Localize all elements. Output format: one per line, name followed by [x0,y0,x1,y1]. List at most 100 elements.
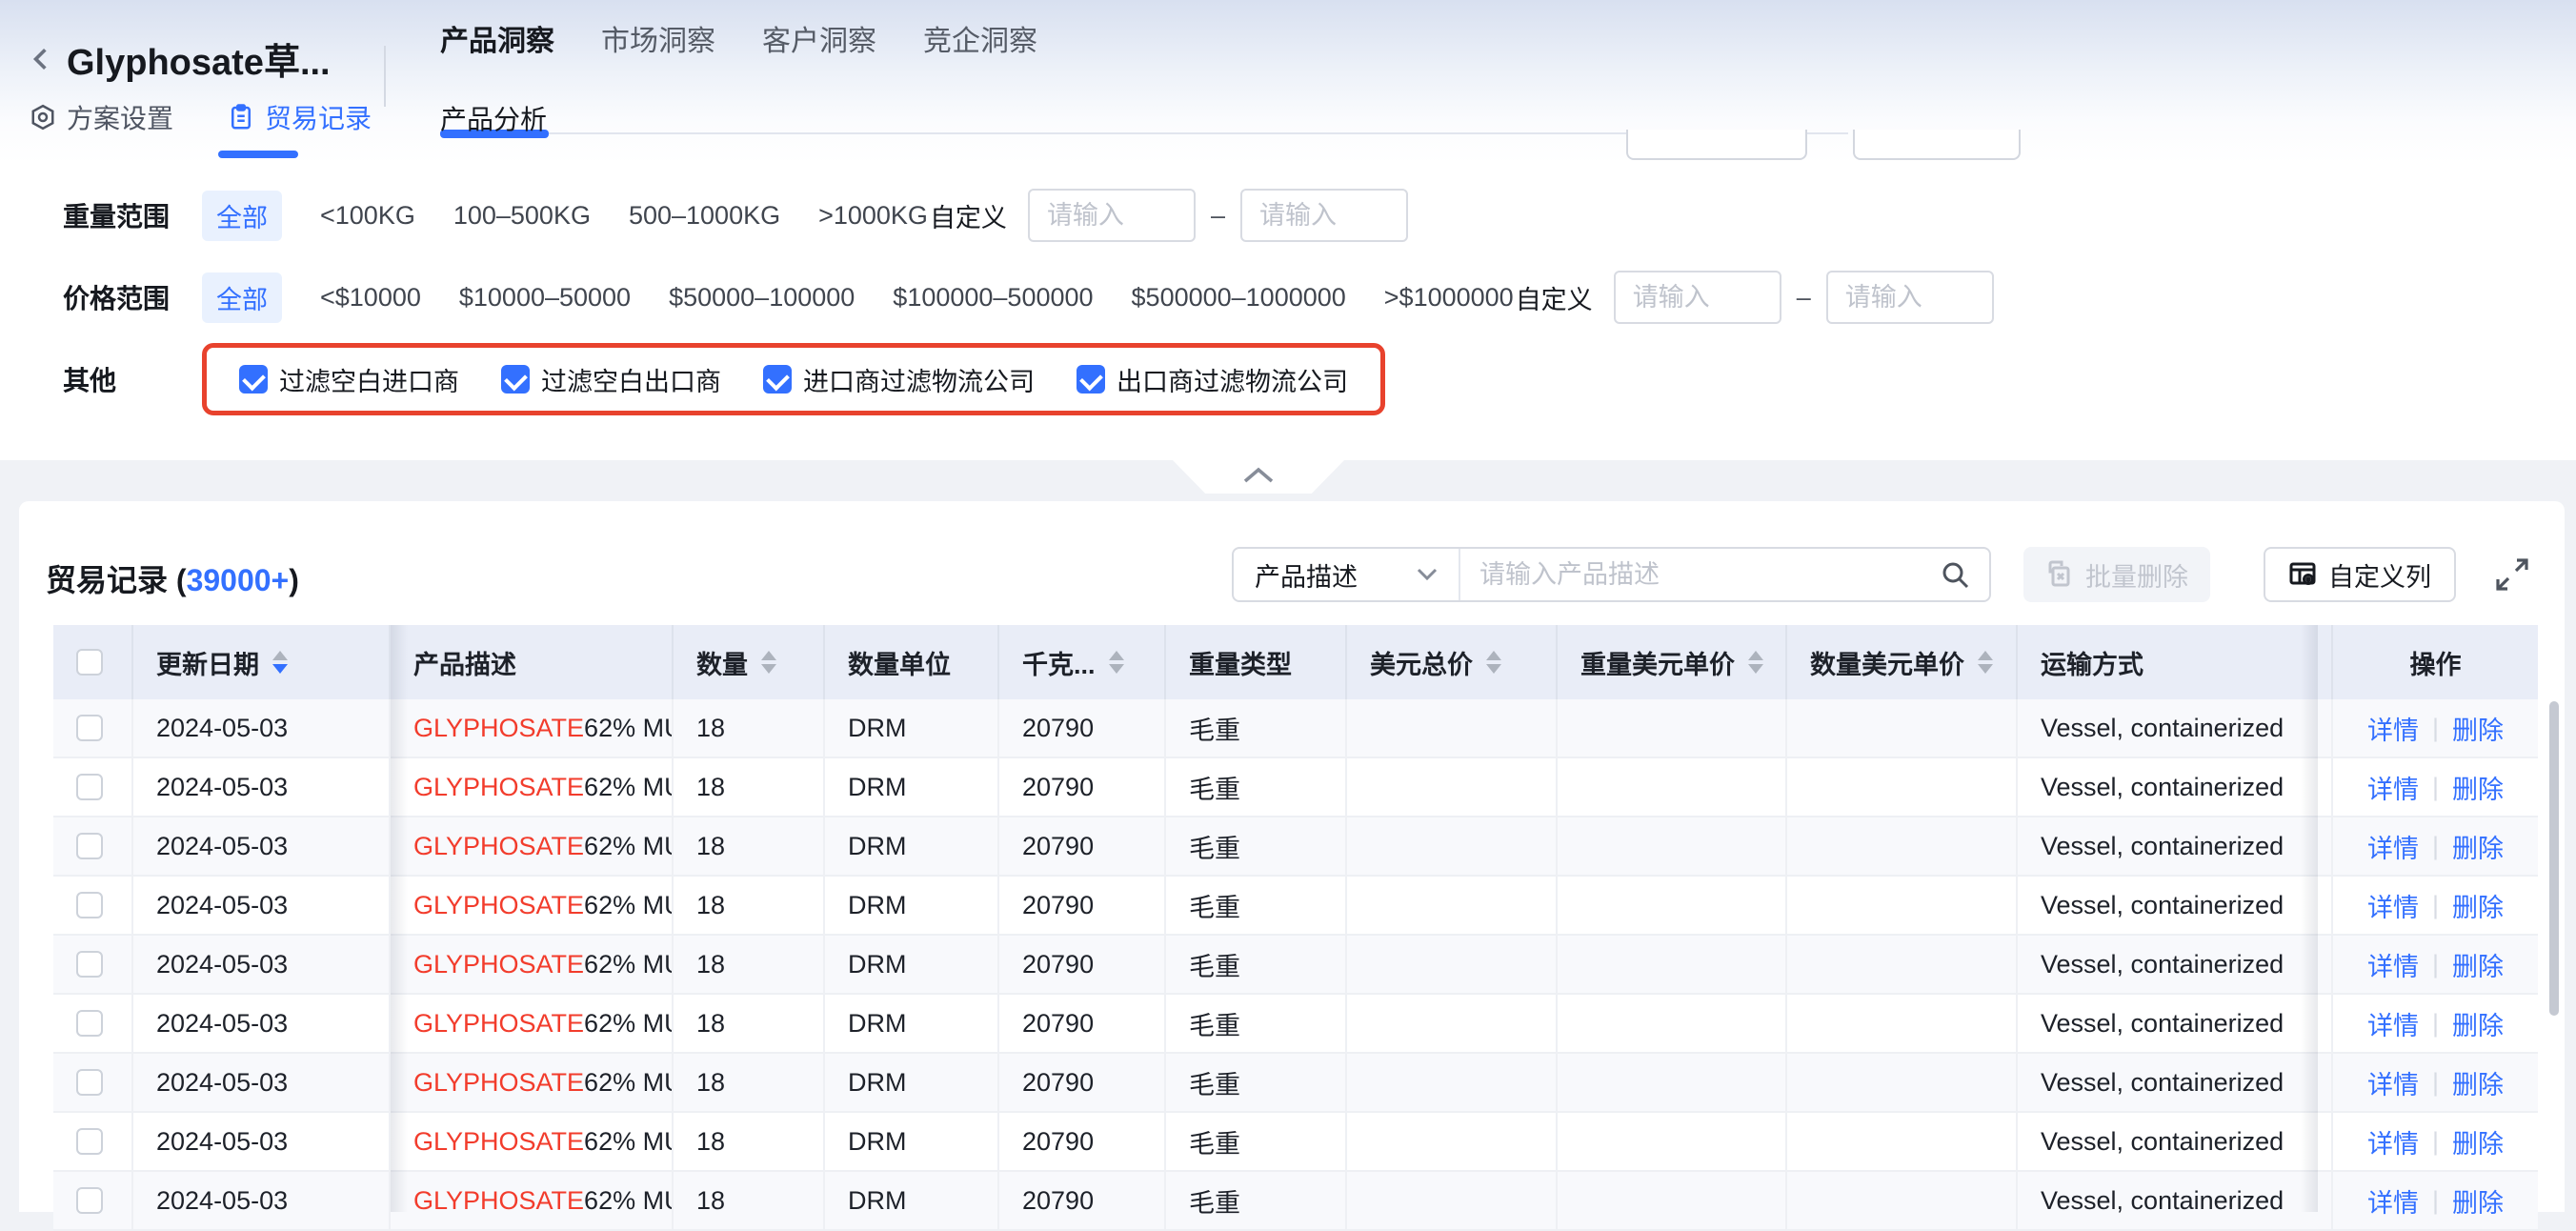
custom-columns-button[interactable]: 自定义列 [2264,547,2456,602]
delete-link[interactable]: 删除 [2452,1005,2504,1042]
tab-customer-insight[interactable]: 客户洞察 [762,17,876,67]
cell-kg: 20790 [999,817,1166,875]
truncated-input-right[interactable] [1853,130,2021,160]
back-chevron-icon[interactable] [29,47,53,71]
detail-link[interactable]: 详情 [2367,946,2419,983]
column-label: 数量美元单价 [1810,644,1964,681]
price-option-0[interactable]: 全部 [202,272,282,323]
tab-product-insight[interactable]: 产品洞察 [440,17,554,67]
truncated-input-left[interactable] [1626,130,1807,160]
price-custom-label[interactable]: 自定义 [1516,279,1593,316]
weight-option-0[interactable]: 全部 [202,191,282,241]
sub-tab-trade-records[interactable]: 贸易记录 [227,98,372,136]
collapse-filter-handle[interactable] [1173,460,1344,494]
filter-checkbox-0[interactable]: 过滤空白进口商 [239,361,459,398]
annotation-red-box: 过滤空白进口商 过滤空白出口商 进口商过滤物流公司 出口商过滤物流公司 [202,343,1385,415]
price-max-input[interactable] [1826,271,1994,324]
filter-checkbox-1[interactable]: 过滤空白出口商 [501,361,721,398]
table-row: 2024-05-03GLYPHOSATE 62% MUP – I...18DRM… [53,877,2538,936]
checkbox-checked-icon[interactable] [763,365,792,394]
weight-option-2[interactable]: 100–500KG [453,201,591,231]
cell-weight_type: 毛重 [1166,758,1347,816]
tab-market-insight[interactable]: 市场洞察 [601,17,715,67]
delete-link[interactable]: 删除 [2452,887,2504,924]
search-field-select[interactable]: 产品描述 [1234,549,1460,600]
column-header-usd_weight_unit[interactable]: 重量美元单价 [1558,625,1787,699]
column-label: 美元总价 [1370,644,1473,681]
price-option-1[interactable]: <$10000 [320,283,421,313]
product-description-rest: 62% MUP – I... [584,950,674,979]
delete-link[interactable]: 删除 [2452,1064,2504,1101]
column-header-quantity[interactable]: 数量 [674,625,825,699]
search-icon[interactable] [1940,559,1970,590]
sort-desc-icon [272,664,288,674]
weight-option-1[interactable]: <100KG [320,201,415,231]
delete-link[interactable]: 删除 [2452,769,2504,806]
sort-icon[interactable] [1978,651,1993,674]
price-option-2[interactable]: $10000–50000 [459,283,631,313]
column-header-usd_qty_unit[interactable]: 数量美元单价 [1787,625,2018,699]
filter-panel: 重量范围 全部<100KG100–500KG500–1000KG>1000KG … [0,164,2576,460]
row-checkbox[interactable] [76,1010,103,1037]
search-field-value: 产品描述 [1255,556,1417,594]
delete-link[interactable]: 删除 [2452,946,2504,983]
weight-max-input[interactable] [1240,189,1408,242]
detail-link[interactable]: 详情 [2367,1005,2419,1042]
detail-link[interactable]: 详情 [2367,828,2419,865]
sort-icon[interactable] [761,651,776,674]
batch-delete-button[interactable]: 批量删除 [2023,547,2210,602]
checkbox-checked-icon[interactable] [501,365,530,394]
sub-tab-plan-settings[interactable]: 方案设置 [29,98,173,136]
checkbox-label: 进口商过滤物流公司 [803,361,1035,398]
detail-link[interactable]: 详情 [2367,1123,2419,1160]
records-count: 39000+ [187,563,290,597]
detail-link[interactable]: 详情 [2367,1064,2419,1101]
weight-option-4[interactable]: >1000KG [818,201,928,231]
detail-link[interactable]: 详情 [2367,710,2419,747]
tab-competitor-insight[interactable]: 竞企洞察 [923,17,1037,67]
delete-link[interactable]: 删除 [2452,710,2504,747]
row-checkbox[interactable] [76,774,103,800]
delete-link[interactable]: 删除 [2452,1182,2504,1220]
checkbox-checked-icon[interactable] [239,365,268,394]
weight-min-input[interactable] [1028,189,1196,242]
sort-icon[interactable] [272,651,288,674]
price-option-3[interactable]: $50000–100000 [669,283,855,313]
row-checkbox[interactable] [76,1128,103,1155]
cell-usd_weight_unit [1558,817,1787,875]
detail-link[interactable]: 详情 [2367,769,2419,806]
filter-checkbox-3[interactable]: 出口商过滤物流公司 [1077,361,1348,398]
cell-usd_total [1347,877,1558,934]
row-checkbox[interactable] [76,892,103,918]
price-option-4[interactable]: $100000–500000 [893,283,1093,313]
select-all-checkbox[interactable] [76,649,103,676]
fullscreen-icon[interactable] [2494,556,2530,593]
detail-link[interactable]: 详情 [2367,1182,2419,1220]
sort-icon[interactable] [1486,651,1501,674]
search-input[interactable] [1460,549,1940,600]
sort-desc-icon [761,664,776,674]
row-checkbox[interactable] [76,1187,103,1214]
sort-icon[interactable] [1748,651,1763,674]
delete-link[interactable]: 删除 [2452,828,2504,865]
price-option-5[interactable]: $500000–1000000 [1132,283,1346,313]
row-checkbox[interactable] [76,951,103,978]
price-min-input[interactable] [1614,271,1781,324]
detail-link[interactable]: 详情 [2367,887,2419,924]
sort-icon[interactable] [1109,651,1124,674]
filter-checkbox-2[interactable]: 进口商过滤物流公司 [763,361,1035,398]
weight-custom-label[interactable]: 自定义 [930,197,1007,234]
section-tab-product-analysis[interactable]: 产品分析 [440,99,547,137]
price-option-6[interactable]: >$1000000 [1384,283,1514,313]
table-header-row: 更新日期产品描述数量数量单位千克...重量类型美元总价重量美元单价数量美元单价运… [53,625,2538,699]
delete-link[interactable]: 删除 [2452,1123,2504,1160]
checkbox-checked-icon[interactable] [1077,365,1105,394]
column-header-date[interactable]: 更新日期 [133,625,391,699]
row-checkbox[interactable] [76,715,103,741]
column-header-usd_total[interactable]: 美元总价 [1347,625,1558,699]
row-checkbox[interactable] [76,833,103,859]
row-checkbox[interactable] [76,1069,103,1096]
weight-option-3[interactable]: 500–1000KG [629,201,780,231]
vertical-scrollbar[interactable] [2549,701,2559,1016]
column-header-kg[interactable]: 千克... [999,625,1166,699]
